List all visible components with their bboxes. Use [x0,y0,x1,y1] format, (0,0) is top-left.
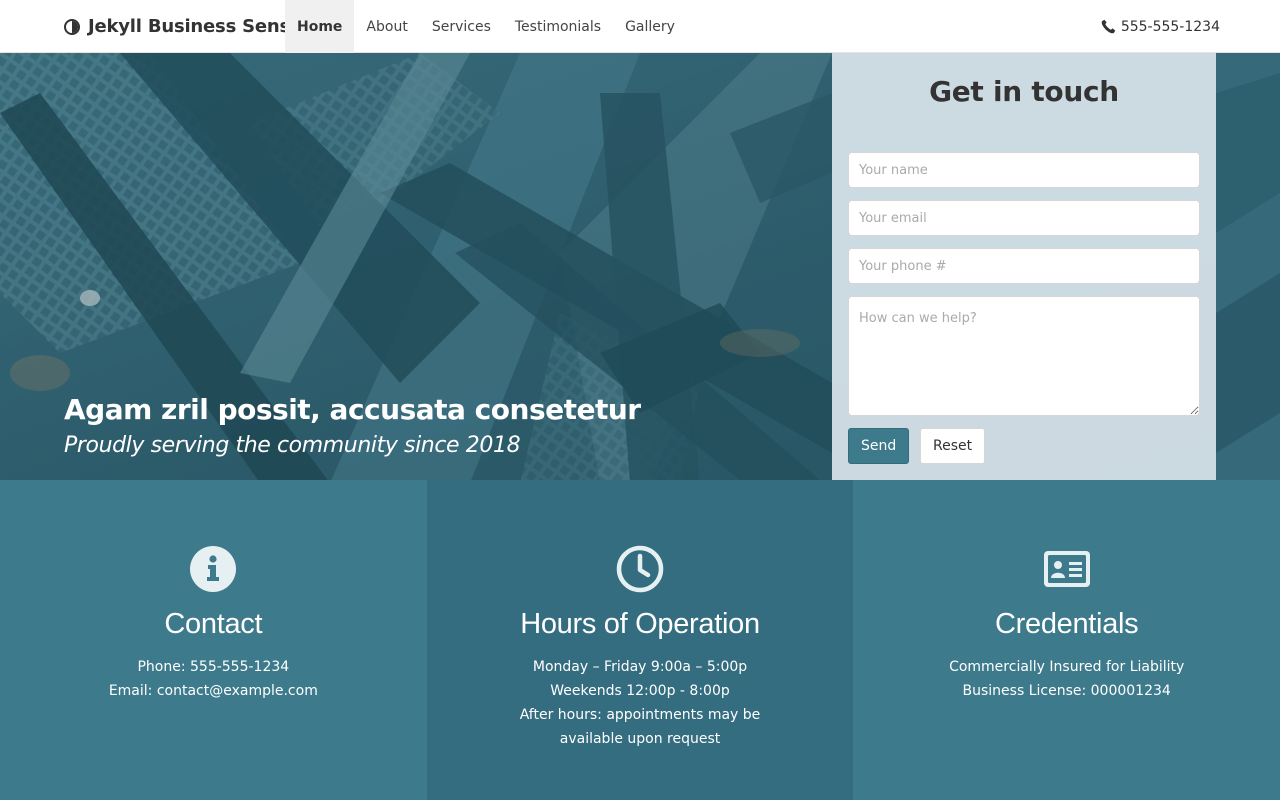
contact-form-title: Get in touch [929,75,1119,108]
contact-phone-line: Phone: 555-555-1234 [137,659,290,675]
name-input[interactable] [848,152,1200,188]
nav-item-testimonials[interactable]: Testimonials [503,0,613,53]
half-circle-icon [64,18,80,35]
features-section: Contact Phone: 555-555-1234 Email: conta… [0,480,1280,800]
nav-item-about[interactable]: About [354,0,419,53]
hours-weekday-line: Monday – Friday 9:00a – 5:00p [532,659,748,675]
info-icon [188,544,238,594]
phone-input[interactable] [848,248,1200,284]
main-nav: Home About Services Testimonials Gallery [285,0,687,53]
feature-credentials: Credentials Commercially Insured for Lia… [853,480,1280,800]
hero-subtitle: Proudly serving the community since 2018 [64,433,521,458]
email-input[interactable] [848,200,1200,236]
id-card-icon [1042,544,1092,594]
contact-form: Get in touch Send Reset [832,53,1216,480]
feature-details: Monday – Friday 9:00a – 5:00p Weekends 1… [427,655,854,751]
feature-title: Hours of Operation [520,608,760,640]
message-textarea[interactable] [848,296,1200,416]
phone-number: 555-555-1234 [1120,18,1220,35]
nav-item-gallery[interactable]: Gallery [613,0,687,53]
brand-link[interactable]: Jekyll Business Sense [64,0,302,53]
insurance-line: Commercially Insured for Liability [949,659,1185,675]
phone-link[interactable]: 555-555-1234 [1101,0,1220,53]
contact-email-line: Email: contact@example.com [108,683,318,699]
reset-button[interactable]: Reset [920,428,986,464]
feature-hours: Hours of Operation Monday – Friday 9:00a… [426,480,854,800]
feature-contact: Contact Phone: 555-555-1234 Email: conta… [0,480,427,800]
hours-after-line: After hours: appointments may be availab… [519,707,761,747]
hours-weekend-line: Weekends 12:00p - 8:00p [550,683,730,699]
navbar: Jekyll Business Sense Home About Service… [0,0,1280,53]
send-button[interactable]: Send [848,428,910,464]
feature-title: Credentials [994,608,1139,640]
clock-icon [615,544,665,594]
nav-item-home[interactable]: Home [285,0,355,53]
feature-details: Phone: 555-555-1234 Email: contact@examp… [0,655,427,703]
phone-icon [1101,19,1116,34]
hero-title: Agam zril possit, accusata consetetur [64,393,641,426]
feature-details: Commercially Insured for Liability Busin… [853,655,1280,703]
feature-title: Contact [164,608,263,640]
license-line: Business License: 000001234 [962,683,1171,699]
brand-name: Jekyll Business Sense [88,16,303,37]
nav-item-services[interactable]: Services [420,0,503,53]
